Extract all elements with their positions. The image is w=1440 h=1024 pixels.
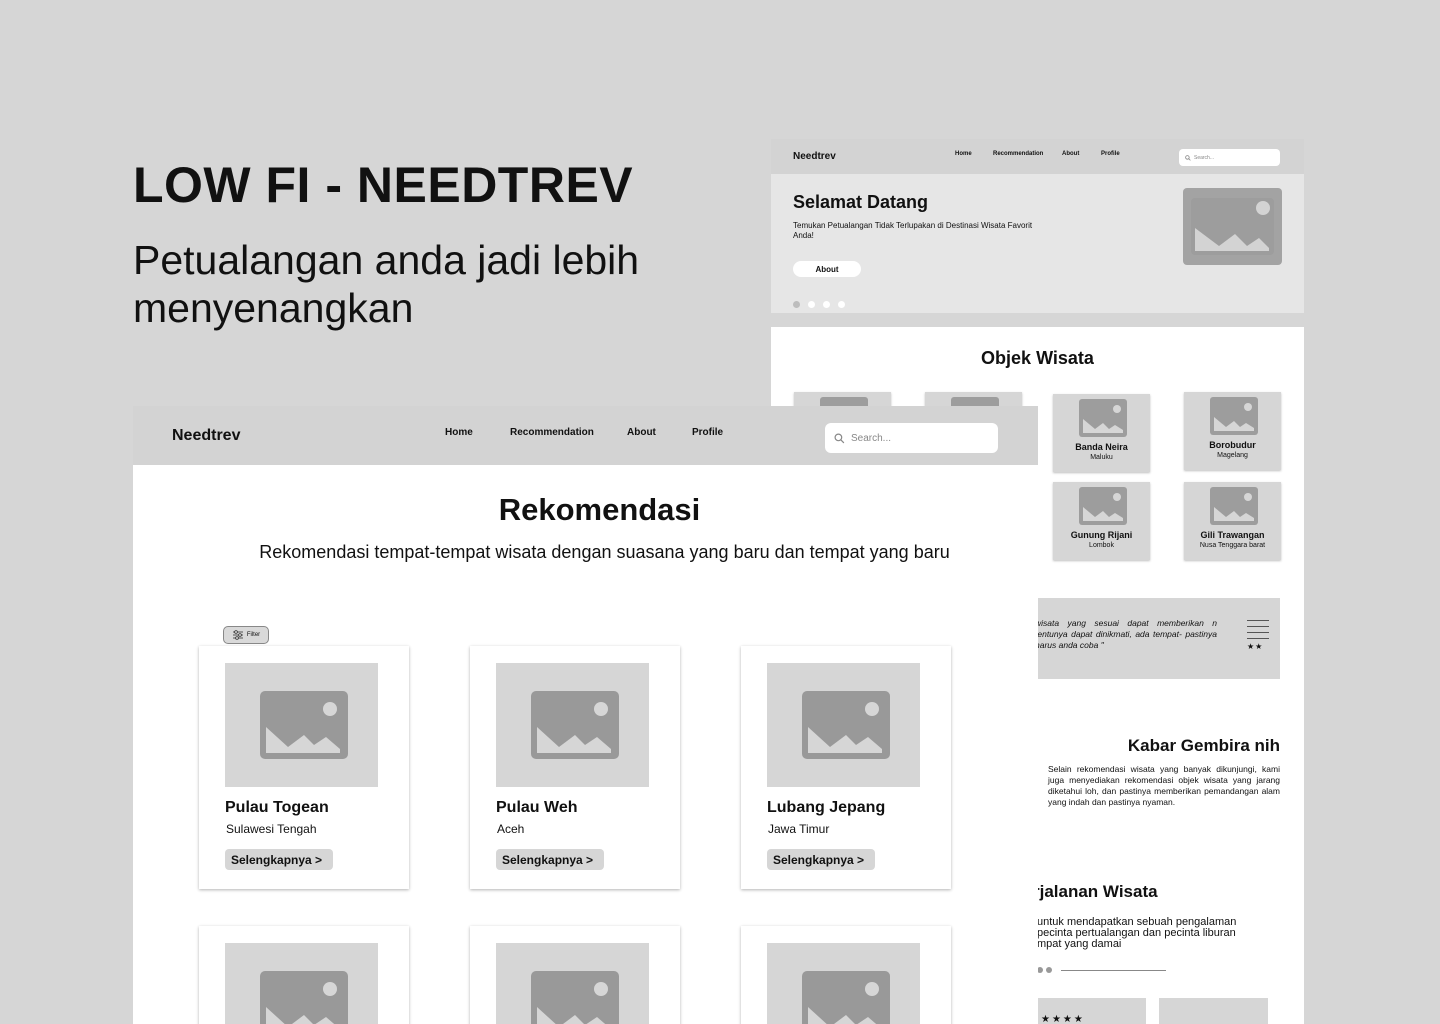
image-placeholder-icon bbox=[531, 971, 619, 1024]
carousel-dot[interactable] bbox=[838, 301, 845, 308]
card-image bbox=[225, 663, 378, 787]
objek-wisata-title: Objek Wisata bbox=[981, 348, 1094, 368]
rekomendasi-navbar: Needtrev Home Recommendation About Profi… bbox=[133, 406, 1038, 465]
search-placeholder: Search... bbox=[851, 432, 892, 444]
image-placeholder-icon bbox=[1079, 487, 1127, 525]
selengkapnya-button[interactable]: Selengkapnya > bbox=[496, 849, 605, 870]
objek-card[interactable]: Gili Trawangan Nusa Tenggara barat bbox=[1184, 482, 1281, 560]
carousel-dot[interactable] bbox=[793, 301, 800, 308]
objek-card-location: Magelang bbox=[1217, 452, 1248, 459]
card-title: Pulau Togean bbox=[225, 799, 329, 816]
filter-label: Filter bbox=[246, 632, 261, 638]
recommendation-card[interactable] bbox=[199, 926, 409, 1024]
nav-home[interactable]: Home bbox=[445, 427, 473, 438]
rekomendasi-wireframe: Needtrev Home Recommendation About Profi… bbox=[133, 406, 1038, 1024]
image-placeholder-icon bbox=[260, 971, 348, 1024]
home-logo[interactable]: Needtrev bbox=[793, 151, 836, 162]
recommendation-card[interactable] bbox=[741, 926, 951, 1024]
hero-image-placeholder-icon bbox=[1183, 188, 1282, 265]
home-nav-profile[interactable]: Profile bbox=[1101, 151, 1120, 157]
search-icon bbox=[834, 432, 845, 443]
carousel-dot[interactable] bbox=[823, 301, 830, 308]
objek-card[interactable]: Borobudur Magelang bbox=[1184, 392, 1281, 470]
search-input[interactable]: Search... bbox=[825, 423, 998, 453]
objek-card-name: Gili Trawangan bbox=[1200, 530, 1265, 540]
card-image bbox=[496, 943, 649, 1024]
image-placeholder-icon bbox=[1210, 397, 1258, 435]
objek-card-location: Maluku bbox=[1090, 454, 1113, 461]
image-placeholder-icon bbox=[802, 971, 890, 1024]
text-lines-placeholder bbox=[1247, 620, 1269, 644]
objek-card-name: Gunung Rijani bbox=[1070, 530, 1133, 540]
image-placeholder-icon bbox=[802, 691, 890, 759]
presentation-subtitle: Petualangan anda jadi lebih menyenangkan bbox=[133, 237, 640, 331]
card-image bbox=[767, 663, 920, 787]
presentation-title: LOW FI - NEEDTREV bbox=[133, 157, 634, 213]
recommendation-card[interactable]: Pulau Weh Aceh Selengkapnya > bbox=[470, 646, 680, 889]
testimonial-card[interactable] bbox=[1159, 998, 1268, 1024]
objek-card[interactable]: Banda Neira Maluku bbox=[1053, 394, 1150, 472]
home-search-placeholder: Search... bbox=[1194, 154, 1215, 161]
image-placeholder-icon bbox=[260, 691, 348, 759]
home-hero-title: Selamat Datang bbox=[793, 192, 929, 212]
page-description: Rekomendasi tempat-tempat wisata dengan … bbox=[259, 542, 950, 562]
card-image bbox=[767, 943, 920, 1024]
objek-card-name: Borobudur bbox=[1209, 440, 1256, 450]
sliders-icon bbox=[232, 630, 243, 640]
home-hero-description: Temukan Petualangan Tidak Terlupakan di … bbox=[793, 221, 1033, 240]
objek-card[interactable]: Gunung Rijani Lombok bbox=[1053, 482, 1150, 560]
recommendation-card[interactable] bbox=[470, 926, 680, 1024]
home-search-input[interactable]: Search... bbox=[1179, 149, 1280, 166]
home-hero: Selamat Datang Temukan Petualangan Tidak… bbox=[771, 174, 1304, 313]
card-image bbox=[225, 943, 378, 1024]
carousel-dot[interactable] bbox=[1046, 967, 1052, 973]
perjalanan-carousel-dots[interactable] bbox=[1037, 967, 1166, 973]
carousel-progress-line bbox=[1061, 969, 1166, 971]
kabar-gembira-title: Kabar Gembira nih bbox=[1127, 736, 1280, 755]
objek-card-location: Nusa Tenggara barat bbox=[1199, 542, 1266, 549]
rating-stars: ★★★★ bbox=[1041, 1014, 1085, 1024]
recommendation-card[interactable]: Pulau Togean Sulawesi Tengah Selengkapny… bbox=[199, 646, 409, 889]
card-location: Jawa Timur bbox=[768, 822, 830, 836]
filter-button[interactable]: Filter bbox=[223, 626, 269, 644]
objek-card-name: Banda Neira bbox=[1075, 442, 1128, 452]
about-button[interactable]: About bbox=[793, 261, 861, 277]
carousel-dot[interactable] bbox=[808, 301, 815, 308]
perjalanan-wisata-title: rjalanan Wisata bbox=[1033, 882, 1158, 901]
card-image bbox=[496, 663, 649, 787]
selengkapnya-button[interactable]: Selengkapnya > bbox=[767, 849, 876, 870]
selengkapnya-button[interactable]: Selengkapnya > bbox=[225, 849, 334, 870]
kabar-gembira-text: Selain rekomendasi wisata yang banyak di… bbox=[1048, 764, 1280, 807]
nav-profile[interactable]: Profile bbox=[692, 427, 723, 438]
nav-recommendation[interactable]: Recommendation bbox=[510, 427, 594, 438]
card-location: Aceh bbox=[497, 822, 525, 836]
home-nav-recommendation[interactable]: Recommendation bbox=[993, 151, 1043, 157]
card-title: Lubang Jepang bbox=[767, 799, 886, 816]
home-navbar: Needtrev Home Recommendation About Profi… bbox=[771, 139, 1304, 174]
image-placeholder-icon bbox=[1210, 487, 1258, 525]
search-icon bbox=[1185, 154, 1191, 161]
home-nav-about[interactable]: About bbox=[1062, 151, 1079, 157]
objek-card-location: Lombok bbox=[1089, 542, 1114, 549]
recommendation-card[interactable]: Lubang Jepang Jawa Timur Selengkapnya > bbox=[741, 646, 951, 889]
hero-carousel-dots[interactable] bbox=[793, 301, 845, 308]
card-title: Pulau Weh bbox=[496, 799, 578, 816]
rating-stars: ★★ bbox=[1247, 642, 1264, 651]
image-placeholder-icon bbox=[1079, 399, 1127, 437]
home-nav-home[interactable]: Home bbox=[955, 151, 972, 157]
section-divider bbox=[771, 313, 1304, 327]
rekomendasi-logo[interactable]: Needtrev bbox=[172, 427, 240, 445]
perjalanan-wisata-text: untuk mendapatkan sebuah pengalaman peci… bbox=[1037, 916, 1237, 950]
nav-about[interactable]: About bbox=[627, 427, 656, 438]
image-placeholder-icon bbox=[531, 691, 619, 759]
page-title: Rekomendasi bbox=[498, 492, 701, 527]
card-location: Sulawesi Tengah bbox=[226, 822, 317, 836]
